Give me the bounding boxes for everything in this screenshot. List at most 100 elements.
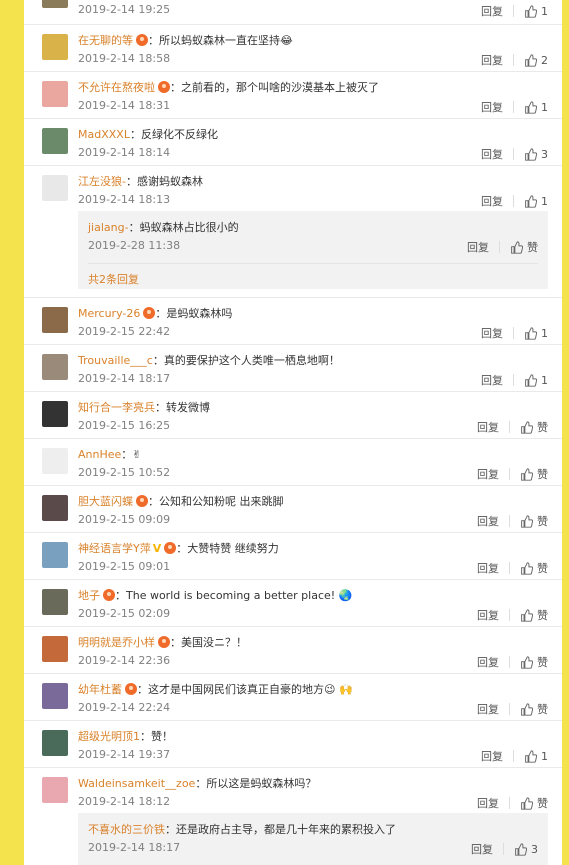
reply-button[interactable]: 回复 [467, 239, 489, 255]
comment-username[interactable]: 胆大蓝闪蝶 [78, 495, 133, 508]
like-button[interactable]: 1 [524, 327, 548, 340]
reply-username[interactable]: 不喜水的三价铁 [88, 823, 165, 836]
reply-username[interactable]: jialang- [88, 221, 129, 234]
comment-line: 地子 ：The world is becoming a better place!… [78, 587, 352, 603]
like-button[interactable]: 3 [514, 843, 538, 856]
avatar[interactable] [42, 448, 68, 474]
comment-text: 反绿化不反绿化 [140, 128, 218, 141]
thumbs-up-icon [524, 5, 537, 18]
like-count: 1 [541, 749, 548, 763]
like-button[interactable]: 赞 [520, 654, 548, 670]
like-button[interactable]: 3 [524, 148, 548, 161]
reply-button[interactable]: 回复 [481, 193, 503, 209]
reply-button[interactable]: 回复 [471, 841, 493, 857]
comment-username[interactable]: 超级光明顶1 [78, 730, 140, 743]
like-button[interactable]: 1 [524, 195, 548, 208]
like-count: 赞 [537, 703, 548, 716]
comment-text: 转发微博 [166, 401, 210, 414]
like-button[interactable]: 1 [524, 750, 548, 763]
like-button[interactable]: 赞 [520, 795, 548, 811]
member-badge-icon [164, 542, 177, 554]
comment-username[interactable]: 不允许在熬夜啦 [78, 81, 155, 94]
avatar[interactable] [42, 128, 68, 154]
thumbs-up-icon [524, 54, 537, 67]
more-replies-link[interactable]: 共2条回复 [88, 271, 139, 287]
reply-button[interactable]: 回复 [481, 748, 503, 764]
like-button[interactable]: 赞 [520, 419, 548, 435]
comment-username[interactable]: Waldeinsamkeit__zoe [78, 777, 195, 790]
like-button[interactable]: 赞 [520, 513, 548, 529]
avatar[interactable] [42, 401, 68, 427]
comment-username[interactable]: Trouvaille___c [78, 354, 153, 367]
colon-separator: ： [148, 34, 159, 47]
avatar[interactable] [42, 589, 68, 615]
comment-line: 不允许在熬夜啦 ：之前看的，那个叫啥的沙漠基本上被灭了 [78, 79, 379, 95]
reply-button[interactable]: 回复 [481, 3, 503, 19]
avatar[interactable] [42, 0, 68, 8]
like-button[interactable]: 赞 [510, 239, 538, 255]
like-button[interactable]: 赞 [520, 607, 548, 623]
reply-button[interactable]: 回复 [481, 146, 503, 162]
reply-button[interactable]: 回复 [477, 466, 499, 482]
avatar[interactable] [42, 34, 68, 60]
reply-button[interactable]: 回复 [477, 560, 499, 576]
comment-text: 美国没ニ？！ [181, 636, 247, 649]
action-divider [513, 327, 514, 339]
avatar[interactable] [42, 683, 68, 709]
comment-username[interactable]: 地子 [78, 589, 100, 602]
comment-line: MadXXXL：反绿化不反绿化 [78, 126, 218, 142]
colon-separator: ： [140, 730, 151, 743]
like-button[interactable]: 1 [524, 101, 548, 114]
like-button[interactable]: 1 [524, 5, 548, 18]
reply-button[interactable]: 回复 [477, 654, 499, 670]
comment-username[interactable]: 明明就是乔小样 [78, 636, 155, 649]
avatar[interactable] [42, 354, 68, 380]
reply-button[interactable]: 回复 [481, 325, 503, 341]
reply-button[interactable]: 回复 [477, 607, 499, 623]
comment-username[interactable]: 神经语言学Y萍 [78, 542, 151, 555]
comment-username[interactable]: AnnHee [78, 448, 121, 461]
thumbs-up-icon [520, 703, 533, 716]
like-button[interactable]: 2 [524, 54, 548, 67]
comment-username[interactable]: 幼年杜蓄 [78, 683, 122, 696]
avatar[interactable] [42, 307, 68, 333]
avatar[interactable] [42, 542, 68, 568]
reply-button[interactable]: 回复 [477, 701, 499, 717]
avatar[interactable] [42, 495, 68, 521]
reply-button[interactable]: 回复 [477, 513, 499, 529]
reply-button[interactable]: 回复 [477, 795, 499, 811]
comment-actions: 回复 1 [481, 99, 548, 115]
comment-username[interactable]: Mercury-26 [78, 307, 140, 320]
like-button[interactable]: 赞 [520, 701, 548, 717]
avatar[interactable] [42, 81, 68, 107]
reply-button[interactable]: 回复 [481, 372, 503, 388]
colon-separator: ： [125, 175, 137, 188]
like-button[interactable]: 1 [524, 374, 548, 387]
reply-box: jialang-：蚂蚁森林占比很小的 2019-2-28 11:38 回复 赞共2条回… [78, 211, 548, 289]
avatar[interactable] [42, 730, 68, 756]
like-count: 赞 [537, 656, 548, 669]
comment-line: Trouvaille___c：真的要保护这个人类唯一栖息地啊！ [78, 352, 340, 368]
comment-item: 胆大蓝闪蝶 ：公知和公知粉呢 出来跳脚 2019-2-15 09:09 回复 赞 [24, 485, 562, 533]
avatar[interactable] [42, 175, 68, 201]
comment-time: 2019-2-15 09:09 [78, 513, 171, 526]
reply-time: 2019-2-28 11:38 [88, 239, 181, 252]
like-button[interactable]: 赞 [520, 466, 548, 482]
comment-text: 公知和公知粉呢 出来跳脚 [159, 495, 284, 508]
comment-time: 2019-2-15 09:01 [78, 560, 171, 573]
like-count: 赞 [537, 609, 548, 622]
action-divider [513, 195, 514, 207]
reply-button[interactable]: 回复 [481, 99, 503, 115]
avatar[interactable] [42, 777, 68, 803]
comment-username[interactable]: MadXXXL [78, 128, 130, 141]
comment-time: 2019-2-14 18:12 [78, 795, 171, 808]
comment-username[interactable]: 江左没狼- [78, 175, 126, 188]
avatar[interactable] [42, 636, 68, 662]
reply-button[interactable]: 回复 [481, 52, 503, 68]
comment-username[interactable]: 在无聊的等 [78, 34, 133, 47]
comment-username[interactable]: 知行合一李亮兵 [78, 401, 155, 414]
reply-button[interactable]: 回复 [477, 419, 499, 435]
comment-actions: 回复 2 [481, 52, 548, 68]
like-button[interactable]: 赞 [520, 560, 548, 576]
thumbs-up-icon [520, 609, 533, 622]
